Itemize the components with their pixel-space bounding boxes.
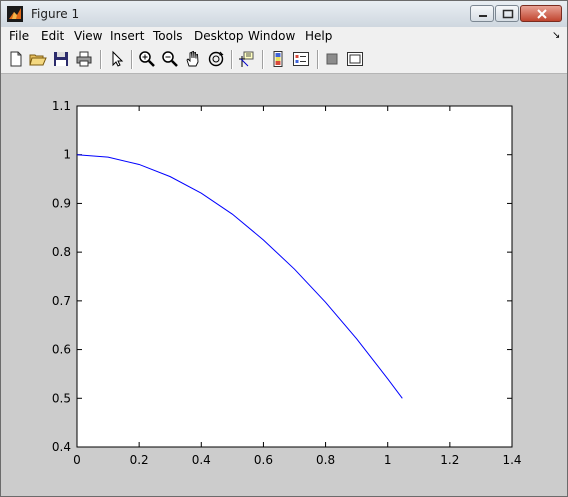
toolbar-separator [317,50,319,69]
x-tick-label: 0.8 [316,453,335,467]
menu-desktop[interactable]: Desktop [194,29,244,43]
zoom-out-icon[interactable] [161,50,179,68]
x-tick-label: 0.2 [130,453,149,467]
menu-insert[interactable]: Insert [110,29,144,43]
close-button[interactable] [520,5,562,22]
y-tick-label: 0.5 [52,391,71,405]
rotate-3d-icon[interactable] [207,50,225,68]
open-file-icon[interactable] [29,50,47,68]
toolbar-separator [262,50,264,69]
maximize-icon [502,9,514,19]
menu-window[interactable]: Window [248,29,295,43]
menu-bar: File Edit View Insert Tools Desktop Wind… [1,27,567,46]
toolbar-separator [131,50,133,69]
plot-area [76,105,513,448]
close-icon [537,9,547,19]
insert-legend-icon[interactable] [292,50,310,68]
y-tick-label: 0.4 [52,440,71,454]
menu-file[interactable]: File [9,29,29,43]
menu-help[interactable]: Help [305,29,332,43]
title-bar[interactable]: Figure 1 [1,1,567,28]
x-tick-label: 0 [73,453,81,467]
insert-colorbar-icon[interactable] [269,50,287,68]
new-figure-icon[interactable] [7,50,25,68]
zoom-in-icon[interactable] [138,50,156,68]
menu-tools[interactable]: Tools [153,29,183,43]
x-tick-label: 1.2 [440,453,459,467]
maximize-button[interactable] [495,5,519,22]
minimize-button[interactable] [470,5,494,22]
pan-hand-icon[interactable] [184,50,202,68]
x-tick-label: 0.6 [254,453,273,467]
window-title: Figure 1 [31,7,80,21]
y-tick-label: 0.9 [52,196,71,210]
edit-plot-arrow-icon[interactable] [108,50,126,68]
menu-view[interactable]: View [74,29,102,43]
save-icon[interactable] [52,50,70,68]
menu-edit[interactable]: Edit [41,29,64,43]
print-icon[interactable] [75,50,93,68]
data-cursor-icon[interactable] [238,50,256,68]
y-tick-label: 1 [63,148,71,162]
y-tick-label: 0.7 [52,294,71,308]
hide-plot-tools-icon[interactable] [323,50,341,68]
y-tick-label: 0.6 [52,343,71,357]
minimize-icon [479,15,487,17]
y-tick-label: 1.1 [52,99,71,113]
toolbar [1,46,567,74]
y-tick-label: 0.8 [52,245,71,259]
x-tick-label: 1 [384,453,392,467]
toolbar-separator [100,50,102,69]
matlab-icon [7,6,23,22]
show-plot-tools-icon[interactable] [346,50,364,68]
toolbar-separator [231,50,233,69]
menu-overflow-icon[interactable]: ↘ [552,30,560,41]
x-tick-label: 0.4 [192,453,211,467]
plot-axes[interactable]: 0 0.2 0.4 0.6 0.8 1 1.2 1.4 0.4 0.5 0.6 0.7 0.8 0.9 1 1… [0,73,566,495]
x-tick-label: 1.4 [502,453,521,467]
